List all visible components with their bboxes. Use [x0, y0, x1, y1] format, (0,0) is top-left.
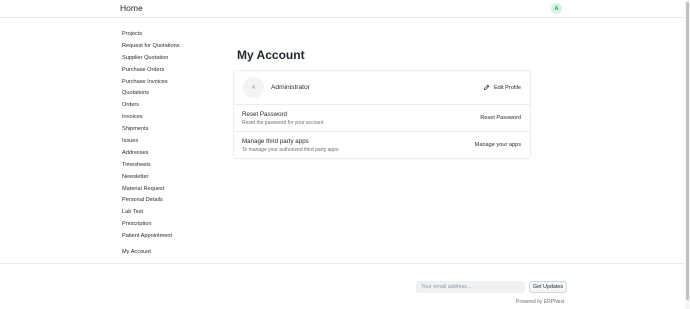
profile-name: Administrator [271, 84, 310, 91]
sidebar-item-newsletter[interactable]: Newsletter [122, 172, 232, 184]
reset-password-description: Reset the password for your account [242, 120, 324, 126]
manage-apps-button[interactable]: Manage your apps [475, 142, 521, 148]
sidebar-item-prescription[interactable]: Prescription [122, 219, 232, 231]
brand-home-link[interactable]: Home [120, 3, 143, 13]
newsletter-email-input[interactable] [416, 281, 525, 293]
edit-profile-button[interactable]: Edit Profile [483, 84, 521, 91]
sidebar: Projects Request for Quotations Supplier… [122, 29, 232, 259]
get-updates-button[interactable]: Get Updates [529, 281, 567, 293]
sidebar-item-timesheets[interactable]: Timesheets [122, 160, 232, 172]
powered-by-text: Powered by ERPNext [516, 299, 565, 305]
sidebar-item-addresses[interactable]: Addresses [122, 148, 232, 160]
scrollbar-thumb[interactable] [686, 2, 689, 300]
third-party-apps-row: Manage third party apps To manage your a… [234, 132, 530, 159]
reset-password-title: Reset Password [242, 111, 288, 118]
third-party-apps-description: To manage your authorized third party ap… [242, 147, 339, 153]
reset-password-row: Reset Password Reset the password for yo… [234, 105, 530, 132]
sidebar-item-supplier-quotation[interactable]: Supplier Quotation [122, 53, 232, 65]
reset-password-button[interactable]: Reset Password [480, 115, 521, 121]
sidebar-item-purchase-invoices[interactable]: Purchase Invoices [122, 77, 232, 89]
account-card: A Administrator Edit Profile Reset Passw… [233, 70, 531, 159]
sidebar-item-projects[interactable]: Projects [122, 29, 232, 41]
top-navbar: Home A [0, 0, 690, 18]
sidebar-item-lab-test[interactable]: Lab Test [122, 207, 232, 219]
sidebar-item-material-request[interactable]: Material Request [122, 184, 232, 196]
edit-profile-label: Edit Profile [493, 84, 521, 91]
user-avatar[interactable]: A [551, 3, 562, 14]
pencil-icon [483, 84, 490, 90]
sidebar-item-request-for-quotations[interactable]: Request for Quotations [122, 41, 232, 53]
sidebar-item-invoices[interactable]: Invoices [122, 112, 232, 124]
sidebar-item-quotations[interactable]: Quotations [122, 88, 232, 100]
sidebar-item-my-account[interactable]: My Account [122, 247, 232, 259]
sidebar-item-purchase-orders[interactable]: Purchase Orders [122, 65, 232, 77]
sidebar-item-personal-details[interactable]: Personal Details [122, 195, 232, 207]
page-title: My Account [237, 48, 305, 62]
profile-avatar: A [243, 77, 264, 98]
sidebar-item-orders[interactable]: Orders [122, 100, 232, 112]
profile-row: A Administrator Edit Profile [234, 71, 530, 105]
third-party-apps-title: Manage third party apps [242, 138, 309, 145]
sidebar-item-patient-appointment[interactable]: Patient Appointment [122, 231, 232, 243]
sidebar-item-issues[interactable]: Issues [122, 136, 232, 148]
footer: Get Updates Powered by ERPNext [0, 263, 690, 309]
sidebar-item-shipments[interactable]: Shipments [122, 124, 232, 136]
